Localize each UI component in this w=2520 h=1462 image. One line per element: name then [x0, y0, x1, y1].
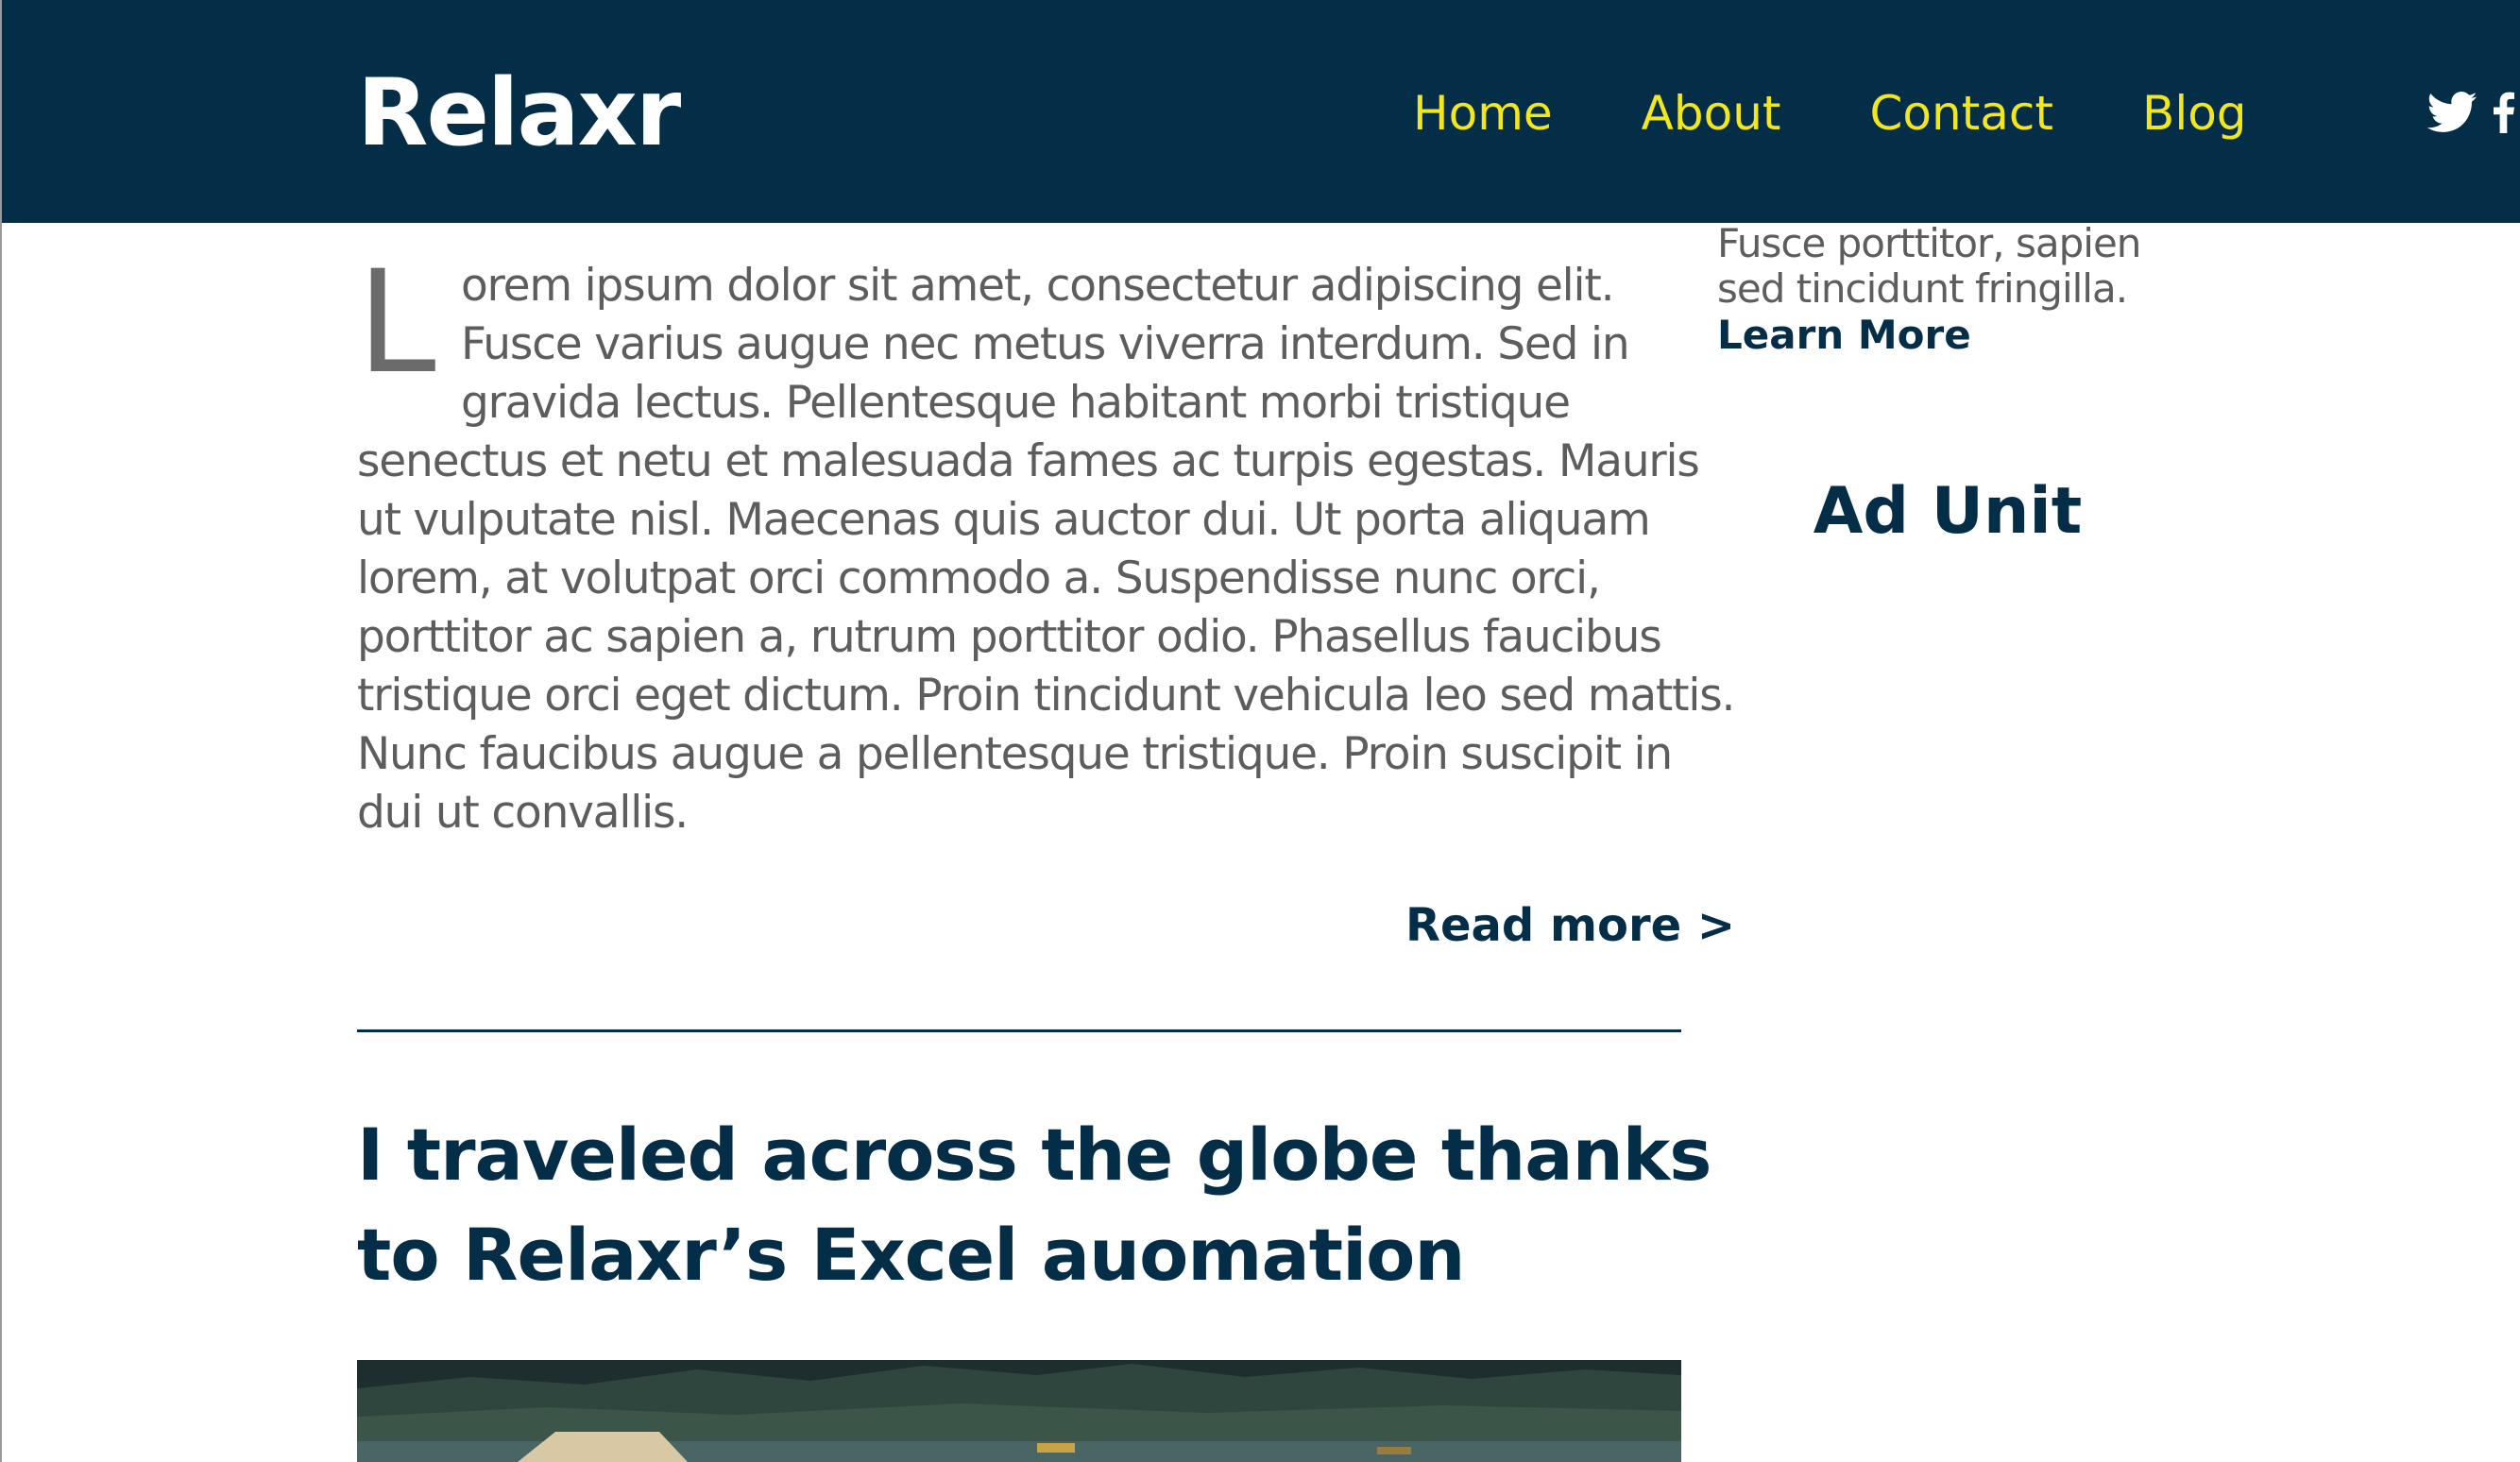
landscape-image	[357, 1360, 1681, 1462]
site-header: Relaxr Home About Contact Blog	[2, 0, 2520, 223]
nav-contact-link[interactable]: Contact	[1869, 83, 2053, 144]
article-line: orem ipsum dolor sit amet, consectetur a…	[461, 260, 1615, 312]
article-line: tristique orci eget dictum. Proin tincid…	[357, 670, 1735, 722]
article-line: Fusce varius augue nec metus viverra int…	[461, 318, 1630, 370]
post-title-line[interactable]: to Relaxr’s Excel auomation	[357, 1205, 1698, 1305]
ad-unit[interactable]: Ad Unit	[1796, 472, 2099, 552]
article-line: Nunc faucibus augue a pellentesque trist…	[357, 728, 1673, 780]
facebook-icon[interactable]	[2494, 91, 2514, 139]
read-more-link[interactable]: Read more >	[1405, 897, 1735, 954]
twitter-icon[interactable]	[2426, 92, 2478, 138]
post-divider	[357, 1029, 1681, 1032]
main-nav: Home About Contact Blog	[1413, 83, 2336, 144]
post-hero-image[interactable]	[357, 1360, 1681, 1462]
sidebar-text: Fusce porttitor, sapien sed tincidunt fr…	[1717, 221, 2208, 312]
page: Relaxr Home About Contact Blog L orem ip…	[0, 0, 2520, 1462]
article-line: lorem, at volutpat orci commodo a. Suspe…	[357, 552, 1601, 604]
article-body: orem ipsum dolor sit amet, consectetur a…	[357, 257, 1735, 842]
article: L orem ipsum dolor sit amet, consectetur…	[357, 241, 1735, 842]
article-line: porttitor ac sapien a, rutrum porttitor …	[357, 611, 1662, 663]
nav-home-link[interactable]: Home	[1413, 83, 1553, 144]
learn-more-link[interactable]: Learn More	[1717, 310, 1971, 361]
nav-blog-link[interactable]: Blog	[2142, 83, 2247, 144]
post-title-line[interactable]: I traveled across the globe thanks	[357, 1105, 1711, 1205]
site-logo[interactable]: Relaxr	[357, 57, 681, 170]
nav-about-link[interactable]: About	[1642, 83, 1781, 144]
article-line: ut vulputate nisl. Maecenas quis auctor …	[357, 494, 1651, 546]
post-title[interactable]: I traveled across the globe thanks to Re…	[357, 1105, 1711, 1305]
dropcap: L	[357, 241, 436, 405]
sidebar-text-line: Fusce porttitor, sapien	[1717, 220, 2141, 266]
article-line: dui ut convallis.	[357, 787, 689, 839]
article-line: senectus et netu et malesuada fames ac t…	[357, 435, 1700, 487]
sidebar-text-line: sed tincidunt fringilla.	[1717, 265, 2128, 312]
social-links	[2426, 91, 2514, 139]
article-line: gravida lectus. Pellentesque habitant mo…	[461, 377, 1571, 429]
